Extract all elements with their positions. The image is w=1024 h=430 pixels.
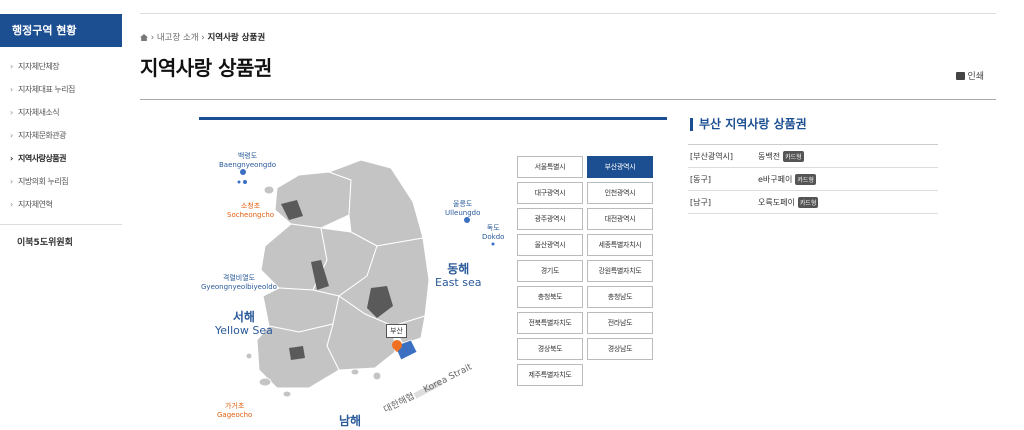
voucher-name[interactable]: 동백전 [758, 151, 780, 162]
island-geoje [372, 371, 382, 381]
region-button-jeonnam[interactable]: 전라남도 [587, 312, 653, 334]
region-button-seoul[interactable]: 서울특별시 [517, 156, 583, 178]
header-divider [140, 99, 996, 100]
region-gyeonggi [274, 171, 352, 229]
region-button-gyeongnam[interactable]: 경상남도 [587, 338, 653, 360]
table-row: [동구] e바구페이 카드형 [688, 168, 938, 191]
label-south-sea: 남해 [339, 414, 362, 428]
voucher-table: [부산광역시] 동백전 카드형 [동구] e바구페이 카드형 [남구] 오륙도페이 카… [688, 144, 938, 214]
label-dokdo: 독도 Dokdo [482, 224, 505, 241]
region-button-chungnam[interactable]: 충청남도 [587, 286, 653, 308]
region-button-ulsan[interactable]: 울산광역시 [517, 234, 583, 256]
voucher-name[interactable]: 오륙도페이 [758, 197, 795, 208]
printer-icon [956, 71, 966, 80]
region-button-gangwon[interactable]: 강원특별자치도 [587, 260, 653, 282]
sidebar-item-culture[interactable]: 지자체문화관광 [0, 124, 122, 147]
sidebar: 행정구역 현황 지자체단체장 지자체대표 누리집 지자체새소식 지자체문화관광 … [0, 14, 122, 248]
region-button-busan[interactable]: 부산광역시 [587, 156, 653, 178]
voucher-type-badge: 카드형 [795, 173, 816, 185]
region-button-incheon[interactable]: 인천광역시 [587, 182, 653, 204]
voucher-type-badge: 카드형 [797, 196, 819, 208]
page-title: 지역사랑 상품권 [140, 56, 272, 80]
home-icon[interactable] [140, 34, 148, 41]
label-gyeongnyeolbiyeoldo: 격렬비열도 Gyeongnyeolbiyeoldo [201, 274, 277, 291]
voucher-type-badge: 카드형 [783, 150, 804, 162]
sidebar-item-homepages[interactable]: 지자체대표 누리집 [0, 78, 122, 101]
top-divider [140, 13, 996, 14]
region-button-gwangju[interactable]: 광주광역시 [517, 208, 583, 230]
label-baengnyeongdo: 백령도 Baengnyeongdo [219, 152, 277, 169]
island-dokdo [491, 242, 495, 246]
label-socheongcho: 소청초 Socheongcho [227, 202, 275, 219]
breadcrumb-parent[interactable]: 내고장 소개 [157, 33, 199, 43]
table-row: [부산광역시] 동백전 카드형 [688, 145, 938, 168]
voucher-region: [남구] [690, 197, 711, 207]
voucher-region: [동구] [690, 174, 711, 184]
label-gageocho: 가거초 Gageocho [217, 402, 253, 419]
region-button-sejong[interactable]: 세종특별자치시 [587, 234, 653, 256]
sidebar-item-heads[interactable]: 지자체단체장 [0, 55, 122, 78]
region-button-gyeonggi[interactable]: 경기도 [517, 260, 583, 282]
print-button[interactable]: 인쇄 [956, 69, 984, 82]
region-button-grid: 서울특별시 부산광역시 대구광역시 인천광역시 광주광역시 대전광역시 울산광역… [517, 156, 653, 386]
region-button-daegu[interactable]: 대구광역시 [517, 182, 583, 204]
print-label: 인쇄 [967, 72, 984, 82]
region-button-jeju[interactable]: 제주특별자치도 [517, 364, 583, 386]
breadcrumb-current: 지역사랑 상품권 [207, 33, 266, 43]
breadcrumb: › 내고장 소개 › 지역사랑 상품권 [140, 31, 265, 43]
map-pin-label: 부산 [386, 324, 407, 338]
sidebar-item-vouchers[interactable]: 지역사랑상품권 [0, 147, 122, 170]
sidebar-item-history[interactable]: 지자체연혁 [0, 193, 122, 216]
sidebar-section-north-provinces[interactable]: 이북5도위원회 [0, 224, 122, 248]
district-dark-4 [289, 346, 305, 360]
island-sinan [245, 352, 253, 360]
table-row: [남구] 오륙도페이 카드형 [688, 191, 938, 214]
map-panel: 백령도 Baengnyeongdo 소청초 Socheongcho 울릉도 Ulleu… [199, 117, 667, 430]
sidebar-item-councils[interactable]: 지방의회 누리집 [0, 170, 122, 193]
sidebar-list: 지자체단체장 지자체대표 누리집 지자체새소식 지자체문화관광 지역사랑상품권 … [0, 55, 122, 216]
voucher-region: [부산광역시] [690, 151, 734, 161]
region-button-daejeon[interactable]: 대전광역시 [587, 208, 653, 230]
region-button-chungbuk[interactable]: 충청북도 [517, 286, 583, 308]
info-title: 부산 지역사랑 상품권 [690, 118, 807, 131]
label-east-sea: 동해 East sea [435, 262, 482, 289]
island-wando [282, 390, 292, 398]
label-ulleungdo: 울릉도 Ulleungdo [445, 200, 481, 217]
voucher-name[interactable]: e바구페이 [758, 174, 792, 185]
island-ganghwa [263, 185, 275, 195]
region-button-gyeongbuk[interactable]: 경상북도 [517, 338, 583, 360]
region-button-jeonbuk[interactable]: 전북특별자치도 [517, 312, 583, 334]
sidebar-item-news[interactable]: 지자체새소식 [0, 101, 122, 124]
sidebar-title[interactable]: 행정구역 현황 [0, 14, 122, 47]
island-namhae [350, 368, 360, 376]
label-yellow-sea: 서해 Yellow Sea [215, 310, 273, 337]
island-jindo [258, 377, 272, 387]
